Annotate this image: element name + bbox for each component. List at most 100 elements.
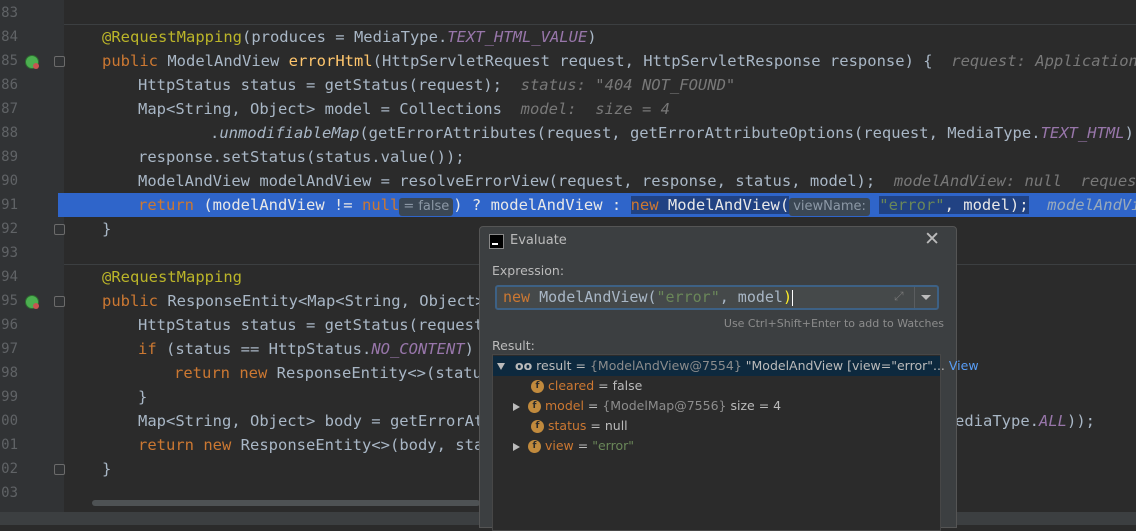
code-line-97[interactable]: if (status == HttpStatus.NO_CONTENT) {	[138, 337, 493, 361]
keyword: new	[503, 288, 531, 306]
fold-icon[interactable]	[54, 56, 65, 67]
code-text: ResponseEntity<>(status	[267, 364, 492, 382]
method-name: errorHtml	[288, 52, 373, 70]
history-dropdown-button[interactable]	[914, 287, 937, 308]
code-line-89[interactable]: response.setStatus(status.value());	[138, 145, 465, 169]
code-text: (produces = MediaType.	[241, 28, 448, 46]
line-number[interactable]: 97	[0, 337, 18, 361]
result-value: "ModelAndView [view="error"...	[745, 358, 945, 373]
line-number[interactable]: 01	[0, 433, 18, 457]
string-literal: "error"	[656, 288, 720, 306]
code-line-90[interactable]: ModelAndView modelAndView = resolveError…	[138, 169, 1136, 193]
expand-editor-icon[interactable]: ⤢	[894, 290, 905, 302]
expand-arrow-icon[interactable]	[513, 402, 520, 411]
result-label: Result:	[492, 338, 535, 353]
line-number[interactable]: 95	[0, 289, 18, 313]
line-number[interactable]: 89	[0, 145, 18, 169]
field-row-status[interactable]: f status = null	[531, 416, 628, 436]
field-name: view	[545, 438, 574, 453]
code-line-100-tail[interactable]: ediaType.ALL));	[955, 409, 1095, 433]
code-text: ediaType.	[955, 412, 1039, 430]
fold-icon[interactable]	[54, 296, 65, 307]
code-line-100[interactable]: Map<String, Object> body = getErrorAtt	[138, 409, 493, 433]
field-row-model[interactable]: f model = {ModelMap@7556} size = 4	[513, 396, 781, 416]
code-line-88[interactable]: .unmodifiableMap(getErrorAttributes(requ…	[210, 121, 1136, 145]
result-tree[interactable]: oo result = {ModelAndView@7554} "ModelAn…	[492, 354, 979, 531]
breakpoint-override-icon[interactable]	[25, 55, 39, 69]
code-line-92[interactable]: }	[102, 217, 111, 241]
code-text: ModelAndView	[158, 52, 289, 70]
code-line-87[interactable]: Map<String, Object> model = Collections …	[138, 97, 670, 121]
code-text: }	[102, 460, 112, 478]
code-text: Map<String, Object> body = getErrorAtt	[138, 412, 493, 430]
code-line-99[interactable]: }	[138, 385, 147, 409]
keyword: new	[203, 436, 232, 454]
fold-icon[interactable]	[54, 464, 65, 475]
expression-input[interactable]: new ModelAndView("error", model) ⤢	[495, 285, 939, 310]
code-text: HttpStatus status = getStatus(request)	[138, 316, 493, 334]
field-row-view[interactable]: f view = "error"	[513, 436, 634, 456]
code-line-98[interactable]: return new ResponseEntity<>(status	[174, 361, 491, 385]
keyword: if	[138, 340, 157, 358]
line-number[interactable]: 87	[0, 97, 18, 121]
breakpoint-override-icon[interactable]	[25, 295, 39, 309]
keyword: public	[102, 292, 158, 310]
text-cursor	[792, 289, 793, 306]
code-line-101[interactable]: return new ResponseEntity<>(body, stat	[138, 433, 493, 457]
code-line-95[interactable]: public ResponseEntity<Map<String, Object…	[102, 289, 494, 313]
line-number[interactable]: 92	[0, 217, 18, 241]
line-number[interactable]: 91	[0, 193, 18, 217]
line-number[interactable]: 99	[0, 385, 18, 409]
code-text: (HttpServletRequest request, HttpServlet…	[372, 52, 933, 70]
debug-inline-value: request: ApplicationHttp	[951, 52, 1136, 70]
fold-icon[interactable]	[54, 224, 65, 235]
code-text: ResponseEntity<Map<String, Object>>	[158, 292, 494, 310]
field-row-cleared[interactable]: f cleared = false	[531, 376, 642, 396]
method-call: unmodifiableMap	[219, 124, 360, 142]
collapse-arrow-icon[interactable]	[497, 363, 505, 370]
string-literal: "error"	[879, 196, 945, 214]
field-name: status	[548, 418, 587, 433]
code-text: (modelAndView !=	[194, 196, 362, 214]
code-text: ResponseEntity<>(body, stat	[231, 436, 493, 454]
horizontal-scrollbar[interactable]	[92, 500, 480, 506]
close-icon[interactable]: ✕	[924, 228, 940, 250]
dialog-title: Evaluate	[510, 233, 567, 248]
result-row[interactable]: oo result = {ModelAndView@7554} "ModelAn…	[497, 356, 979, 376]
line-number[interactable]: 98	[0, 361, 18, 385]
line-number[interactable]: 86	[0, 73, 18, 97]
line-number[interactable]: 02	[0, 457, 18, 481]
line-number[interactable]: 03	[0, 481, 18, 505]
field-value: size = 4	[730, 398, 782, 413]
code-text: .	[210, 124, 220, 142]
code-text: )	[587, 28, 597, 46]
line-number[interactable]: 94	[0, 265, 18, 289]
equals-sign: =	[571, 358, 590, 373]
view-link[interactable]: View	[949, 358, 979, 373]
code-text: ) ? modelAndView :	[453, 196, 631, 214]
code-line-94[interactable]: @RequestMapping	[102, 265, 242, 289]
code-line-91[interactable]: return (modelAndView != null = false) ? m…	[138, 193, 1136, 217]
keyword: return	[138, 196, 194, 214]
annotation: @RequestMapping	[102, 268, 242, 286]
code-line-102[interactable]: }	[102, 457, 111, 481]
line-number[interactable]: 96	[0, 313, 18, 337]
line-number[interactable]: 83	[0, 1, 18, 25]
code-line-96[interactable]: HttpStatus status = getStatus(request)	[138, 313, 493, 337]
debug-inline-value: modelAndView:	[1047, 196, 1136, 214]
expand-arrow-icon[interactable]	[513, 442, 520, 451]
code-line-84[interactable]: @RequestMapping(produces = MediaType.TEX…	[102, 25, 597, 49]
code-text: )));	[1124, 124, 1136, 142]
code-line-86[interactable]: HttpStatus status = getStatus(request); …	[138, 73, 735, 97]
line-number[interactable]: 90	[0, 169, 18, 193]
line-number[interactable]: 88	[0, 121, 18, 145]
code-line-85[interactable]: public ModelAndView errorHtml(HttpServle…	[102, 49, 1136, 73]
line-number[interactable]: 84	[0, 25, 18, 49]
intellij-logo-icon	[489, 234, 504, 249]
constant: ALL	[1039, 412, 1067, 430]
line-number[interactable]: 85	[0, 49, 18, 73]
watch-glasses-icon: oo	[514, 358, 533, 373]
line-number[interactable]: 93	[0, 241, 18, 265]
keyword: null	[361, 196, 400, 214]
line-number[interactable]: 00	[0, 409, 18, 433]
